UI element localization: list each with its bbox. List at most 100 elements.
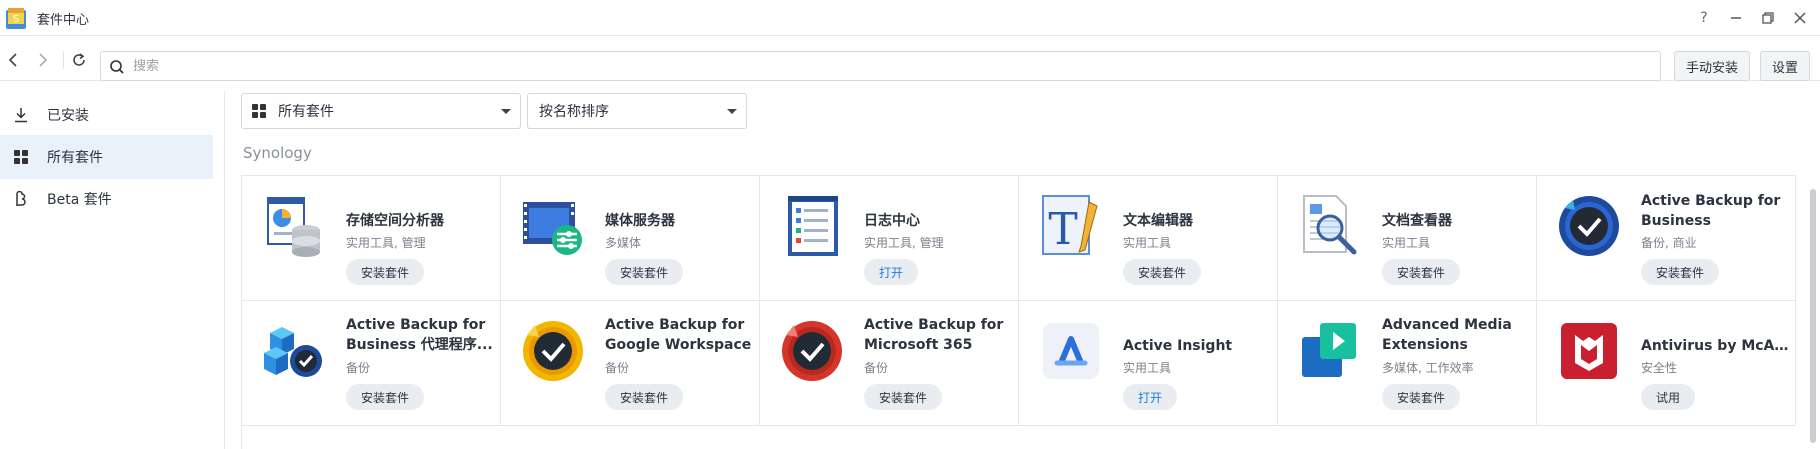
- package-category: 实用工具, 管理: [864, 236, 944, 250]
- search-icon: [110, 60, 124, 74]
- refresh-icon: [73, 53, 85, 66]
- package-name: Active Backup for Business 代理程序...: [346, 317, 493, 353]
- category-dropdown[interactable]: 所有套件: [241, 93, 521, 129]
- sidebar-item-beta[interactable]: Beta 套件: [0, 177, 213, 221]
- chevron-right-icon: [39, 53, 48, 67]
- window-title: 套件中心: [37, 13, 90, 28]
- package-name: Active Insight: [1123, 338, 1233, 354]
- package-name: 日志中心: [864, 213, 920, 229]
- package-card[interactable]: Active Insight 实用工具 打开: [1019, 301, 1278, 426]
- chevron-down-icon: [727, 109, 737, 114]
- scrollbar[interactable]: [1810, 189, 1816, 443]
- text-editor-icon: T: [1042, 195, 1098, 255]
- install-button[interactable]: 安装套件: [605, 259, 684, 285]
- beta-icon: [11, 189, 31, 209]
- package-category: 备份: [864, 361, 889, 375]
- search-input[interactable]: [133, 56, 1633, 76]
- install-button[interactable]: 安装套件: [1123, 259, 1202, 285]
- backup-m365-icon: [782, 321, 842, 381]
- install-button[interactable]: 安装套件: [1382, 384, 1461, 410]
- sidebar-item-installed[interactable]: 已安装: [0, 93, 213, 137]
- package-category: 实用工具: [1123, 236, 1172, 250]
- sidebar: 已安装 所有套件 Beta 套件: [0, 91, 225, 449]
- sort-dropdown-value: 按名称排序: [539, 104, 609, 120]
- forward-button[interactable]: [30, 50, 56, 70]
- back-button[interactable]: [0, 50, 26, 70]
- sidebar-item-label: Beta 套件: [47, 192, 112, 208]
- sidebar-item-label: 所有套件: [47, 150, 103, 166]
- active-insight-icon: [1043, 323, 1099, 379]
- svg-text:T: T: [1048, 204, 1077, 255]
- open-button[interactable]: 打开: [1123, 384, 1178, 410]
- install-button[interactable]: 安装套件: [346, 384, 425, 410]
- package-category: 多媒体: [605, 236, 642, 250]
- category-dropdown-value: 所有套件: [278, 104, 334, 120]
- package-name: 文档查看器: [1382, 213, 1452, 229]
- package-name: Active Backup for Google Workspace: [605, 317, 752, 353]
- main-content: 所有套件 按名称排序 Synology 存储空间分析器 实用工具, 管理 安装套…: [226, 91, 1820, 449]
- package-category: 备份, 商业: [1641, 236, 1697, 250]
- grid-icon: [11, 147, 31, 167]
- refresh-button[interactable]: [66, 50, 92, 70]
- svg-text:S: S: [13, 14, 19, 25]
- install-button[interactable]: 安装套件: [864, 384, 943, 410]
- package-category: 多媒体, 工作效率: [1382, 361, 1474, 375]
- minimize-icon[interactable]: [1720, 6, 1752, 30]
- grid-icon: [252, 104, 266, 118]
- restore-icon[interactable]: [1752, 6, 1784, 30]
- package-category: 实用工具: [1123, 361, 1172, 375]
- package-grid: 存储空间分析器 实用工具, 管理 安装套件 媒体服务器 多媒体 安装套件 日志中…: [241, 175, 1796, 449]
- media-server-icon: [523, 202, 582, 255]
- package-card[interactable]: Active Backup for Business 备份, 商业 安装套件: [1537, 176, 1796, 301]
- help-icon[interactable]: ?: [1688, 6, 1720, 30]
- package-category: 备份: [346, 361, 371, 375]
- open-button[interactable]: 打开: [864, 259, 919, 285]
- package-center-icon: S: [6, 8, 26, 29]
- chevron-left-icon: [8, 53, 17, 67]
- package-category: 实用工具: [1382, 236, 1431, 250]
- install-button[interactable]: 安装套件: [346, 259, 425, 285]
- package-card[interactable]: Advanced Media Extensions 多媒体, 工作效率 安装套件: [1278, 301, 1537, 426]
- package-card[interactable]: Active Backup for Business 代理程序... 备份 安装…: [242, 301, 501, 426]
- trial-button[interactable]: 试用: [1641, 384, 1696, 410]
- package-name: Active Backup for Business: [1641, 193, 1781, 229]
- package-card[interactable]: 存储空间分析器 实用工具, 管理 安装套件: [242, 176, 501, 301]
- package-name: Antivirus by McAfee: [1641, 338, 1789, 354]
- package-card[interactable]: 文档查看器 实用工具 安装套件: [1278, 176, 1537, 301]
- settings-button[interactable]: 设置: [1760, 51, 1811, 81]
- section-title: Synology: [243, 144, 312, 162]
- download-icon: [11, 105, 31, 125]
- package-card[interactable]: 日志中心 实用工具, 管理 打开: [760, 176, 1019, 301]
- package-name: 存储空间分析器: [346, 213, 444, 229]
- package-category: 安全性: [1641, 361, 1678, 375]
- active-backup-icon: [1559, 196, 1619, 256]
- package-category: 实用工具, 管理: [346, 236, 426, 250]
- package-name: 媒体服务器: [605, 213, 675, 229]
- close-icon[interactable]: [1784, 6, 1816, 30]
- package-card[interactable]: Antivirus by McAfee 安全性 试用: [1537, 301, 1796, 426]
- sidebar-item-label: 已安装: [47, 108, 89, 124]
- package-name: 文本编辑器: [1123, 213, 1193, 229]
- package-category: 备份: [605, 361, 630, 375]
- install-button[interactable]: 安装套件: [1382, 259, 1461, 285]
- log-center-icon: [788, 196, 838, 256]
- package-card[interactable]: Active Backup for Microsoft 365 备份 安装套件: [760, 301, 1019, 426]
- package-name: Active Backup for Microsoft 365: [864, 317, 1004, 353]
- install-button[interactable]: 安装套件: [1641, 259, 1720, 285]
- backup-google-icon: [523, 321, 583, 381]
- chevron-down-icon: [501, 109, 511, 114]
- title-bar: S 套件中心 ?: [0, 0, 1820, 36]
- package-card[interactable]: 媒体服务器 多媒体 安装套件: [501, 176, 760, 301]
- install-button[interactable]: 安装套件: [605, 384, 684, 410]
- sidebar-item-all-packages[interactable]: 所有套件: [0, 135, 213, 179]
- search-box[interactable]: [100, 51, 1661, 81]
- backup-agent-icon: [264, 327, 322, 377]
- sort-dropdown[interactable]: 按名称排序: [527, 93, 747, 129]
- package-card[interactable]: T 文本编辑器 实用工具 安装套件: [1019, 176, 1278, 301]
- package-card[interactable]: Active Backup for Google Workspace 备份 安装…: [501, 301, 760, 426]
- package-name: Advanced Media Extensions: [1382, 317, 1512, 353]
- storage-analyzer-icon: [267, 197, 320, 257]
- manual-install-button[interactable]: 手动安装: [1674, 51, 1751, 81]
- mcafee-icon: [1561, 323, 1617, 379]
- media-extensions-icon: [1302, 323, 1356, 377]
